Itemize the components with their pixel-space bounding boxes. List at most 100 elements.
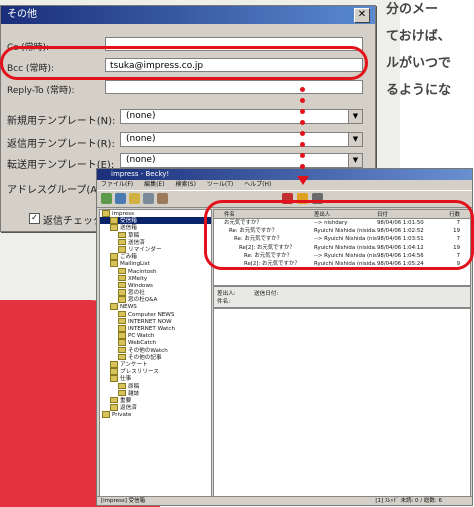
folder-item[interactable]: その他の記事	[100, 353, 211, 361]
check-mail-icon[interactable]	[101, 193, 112, 204]
folder-item[interactable]: Windows	[100, 281, 211, 289]
folder-item[interactable]: 仕事	[100, 375, 211, 382]
forward-template-select[interactable]: (none) ▼	[120, 153, 363, 168]
folder-label: 受信箱	[120, 217, 137, 224]
connector-dot	[300, 153, 305, 158]
folder-item[interactable]: WebCatch	[100, 339, 211, 346]
app-title: impress - Becky!	[111, 170, 170, 178]
menu-bar: ファイル(F) 編集(E) 検索(S) ツール(T) ヘルプ(H)	[97, 180, 472, 190]
reply-template-select[interactable]: (none) ▼	[120, 132, 363, 147]
folder-item[interactable]: PC Watch	[100, 332, 211, 339]
new-template-label: 新規用テンプレート(N):	[7, 116, 116, 127]
folder-icon	[110, 217, 118, 224]
folder-label: 草稿	[128, 232, 140, 239]
folder-icon	[118, 332, 126, 339]
close-icon[interactable]: ✕	[354, 8, 370, 23]
new-template-select[interactable]: (none) ▼	[120, 109, 363, 124]
thread-highlight	[204, 200, 474, 270]
preview-body[interactable]	[213, 308, 471, 498]
folder-item[interactable]: 受信箱	[100, 217, 211, 225]
connector-dot	[300, 98, 305, 103]
folder-item[interactable]: リマインダー	[100, 245, 211, 253]
folder-label: Private	[112, 412, 132, 419]
folder-icon	[118, 238, 126, 246]
folder-label: PC Watch	[128, 332, 155, 339]
folder-label: Computer NEWS	[128, 311, 175, 318]
folder-icon	[118, 346, 126, 354]
folder-icon	[118, 382, 126, 390]
connector-dot	[300, 109, 305, 114]
folder-label: アンケート	[120, 361, 148, 368]
folder-item[interactable]: 送信済	[100, 238, 211, 246]
connector-dot	[300, 131, 305, 136]
folder-label: MailingList	[120, 261, 150, 268]
replyto-field[interactable]	[105, 80, 363, 94]
reply-check-label: 返信チェック	[43, 216, 103, 227]
preview-date-label: 送信日付:	[254, 291, 279, 297]
folder-label: NEWS	[120, 304, 137, 311]
folder-icon	[110, 396, 118, 404]
folder-icon	[110, 303, 118, 311]
folder-icon	[110, 375, 118, 382]
folder-item[interactable]: 草稿	[100, 231, 211, 239]
folder-item[interactable]: 送信箱	[100, 224, 211, 231]
folder-item[interactable]: INTERNET Watch	[100, 325, 211, 332]
folder-label: INTERNET NOW	[128, 318, 172, 325]
compose-icon[interactable]	[129, 193, 140, 204]
connector-dot	[300, 120, 305, 125]
folder-item[interactable]: ごみ箱	[100, 253, 211, 260]
chevron-down-icon[interactable]: ▼	[348, 154, 362, 167]
folder-item[interactable]: Private	[100, 411, 211, 418]
folder-label: その他の記事	[128, 354, 162, 361]
chevron-down-icon[interactable]: ▼	[348, 133, 362, 146]
send-icon[interactable]	[115, 193, 126, 204]
reply-icon[interactable]	[143, 193, 154, 204]
folder-label: ごみ箱	[120, 253, 137, 260]
folder-icon	[118, 339, 126, 346]
folder-item[interactable]: 重要	[100, 396, 211, 404]
folder-item[interactable]: 雑誌	[100, 389, 211, 397]
folder-item[interactable]: MailingList	[100, 260, 211, 267]
folder-icon	[118, 325, 126, 332]
folder-item[interactable]: 返信済	[100, 404, 211, 411]
folder-icon	[110, 224, 118, 231]
folder-icon	[118, 289, 126, 296]
folder-item[interactable]: XMelty	[100, 274, 211, 282]
folder-item[interactable]: その他のWatch	[100, 346, 211, 354]
menu-help[interactable]: ヘルプ(H)	[244, 181, 271, 188]
folder-icon	[118, 267, 126, 275]
menu-edit[interactable]: 編集(E)	[144, 181, 164, 188]
forward-template-value: (none)	[126, 155, 156, 165]
dialog-title: その他	[7, 9, 37, 20]
menu-file[interactable]: ファイル(F)	[101, 181, 133, 188]
folder-item[interactable]: impress	[100, 210, 211, 217]
replyto-label: Reply-To (常時):	[7, 86, 75, 96]
folder-label: リマインダー	[128, 246, 162, 253]
folder-item[interactable]: 窓の杜Q&A	[100, 296, 211, 303]
status-bar: [impress] 受信箱 [1] ｽﾚｯﾄﾞ 未読: 0 / 総数: 6	[97, 496, 472, 505]
folder-item[interactable]: アンケート	[100, 360, 211, 368]
connector-dot	[300, 142, 305, 147]
folder-item[interactable]: 窓の社	[100, 289, 211, 296]
folder-item[interactable]: Macintosh	[100, 267, 211, 275]
folder-item[interactable]: 原稿	[100, 382, 211, 390]
folder-item[interactable]: Computer NEWS	[100, 310, 211, 318]
chevron-down-icon[interactable]: ▼	[348, 110, 362, 123]
connector-dot	[300, 164, 305, 169]
forward-icon[interactable]	[157, 193, 168, 204]
folder-icon	[118, 389, 126, 397]
status-left: [impress] 受信箱	[101, 498, 146, 504]
folder-item[interactable]: INTERNET NOW	[100, 317, 211, 325]
menu-tools[interactable]: ツール(T)	[207, 181, 233, 188]
folder-icon	[110, 260, 118, 267]
folder-tree[interactable]: impress 受信箱 送信箱 草稿 送信済 リマインダー ごみ箱 MailingList Ma…	[99, 209, 212, 498]
folder-icon	[110, 368, 118, 375]
folder-label: 仕事	[120, 376, 132, 383]
reply-check-checkbox[interactable]: ✓	[29, 213, 40, 224]
folder-item[interactable]: プレスリリース	[100, 368, 211, 375]
menu-search[interactable]: 検索(S)	[175, 181, 196, 188]
folder-icon	[118, 231, 126, 239]
folder-label: Windows	[128, 282, 153, 289]
address-group-label: アドレスグループ(A	[7, 185, 98, 196]
folder-item[interactable]: NEWS	[100, 303, 211, 310]
